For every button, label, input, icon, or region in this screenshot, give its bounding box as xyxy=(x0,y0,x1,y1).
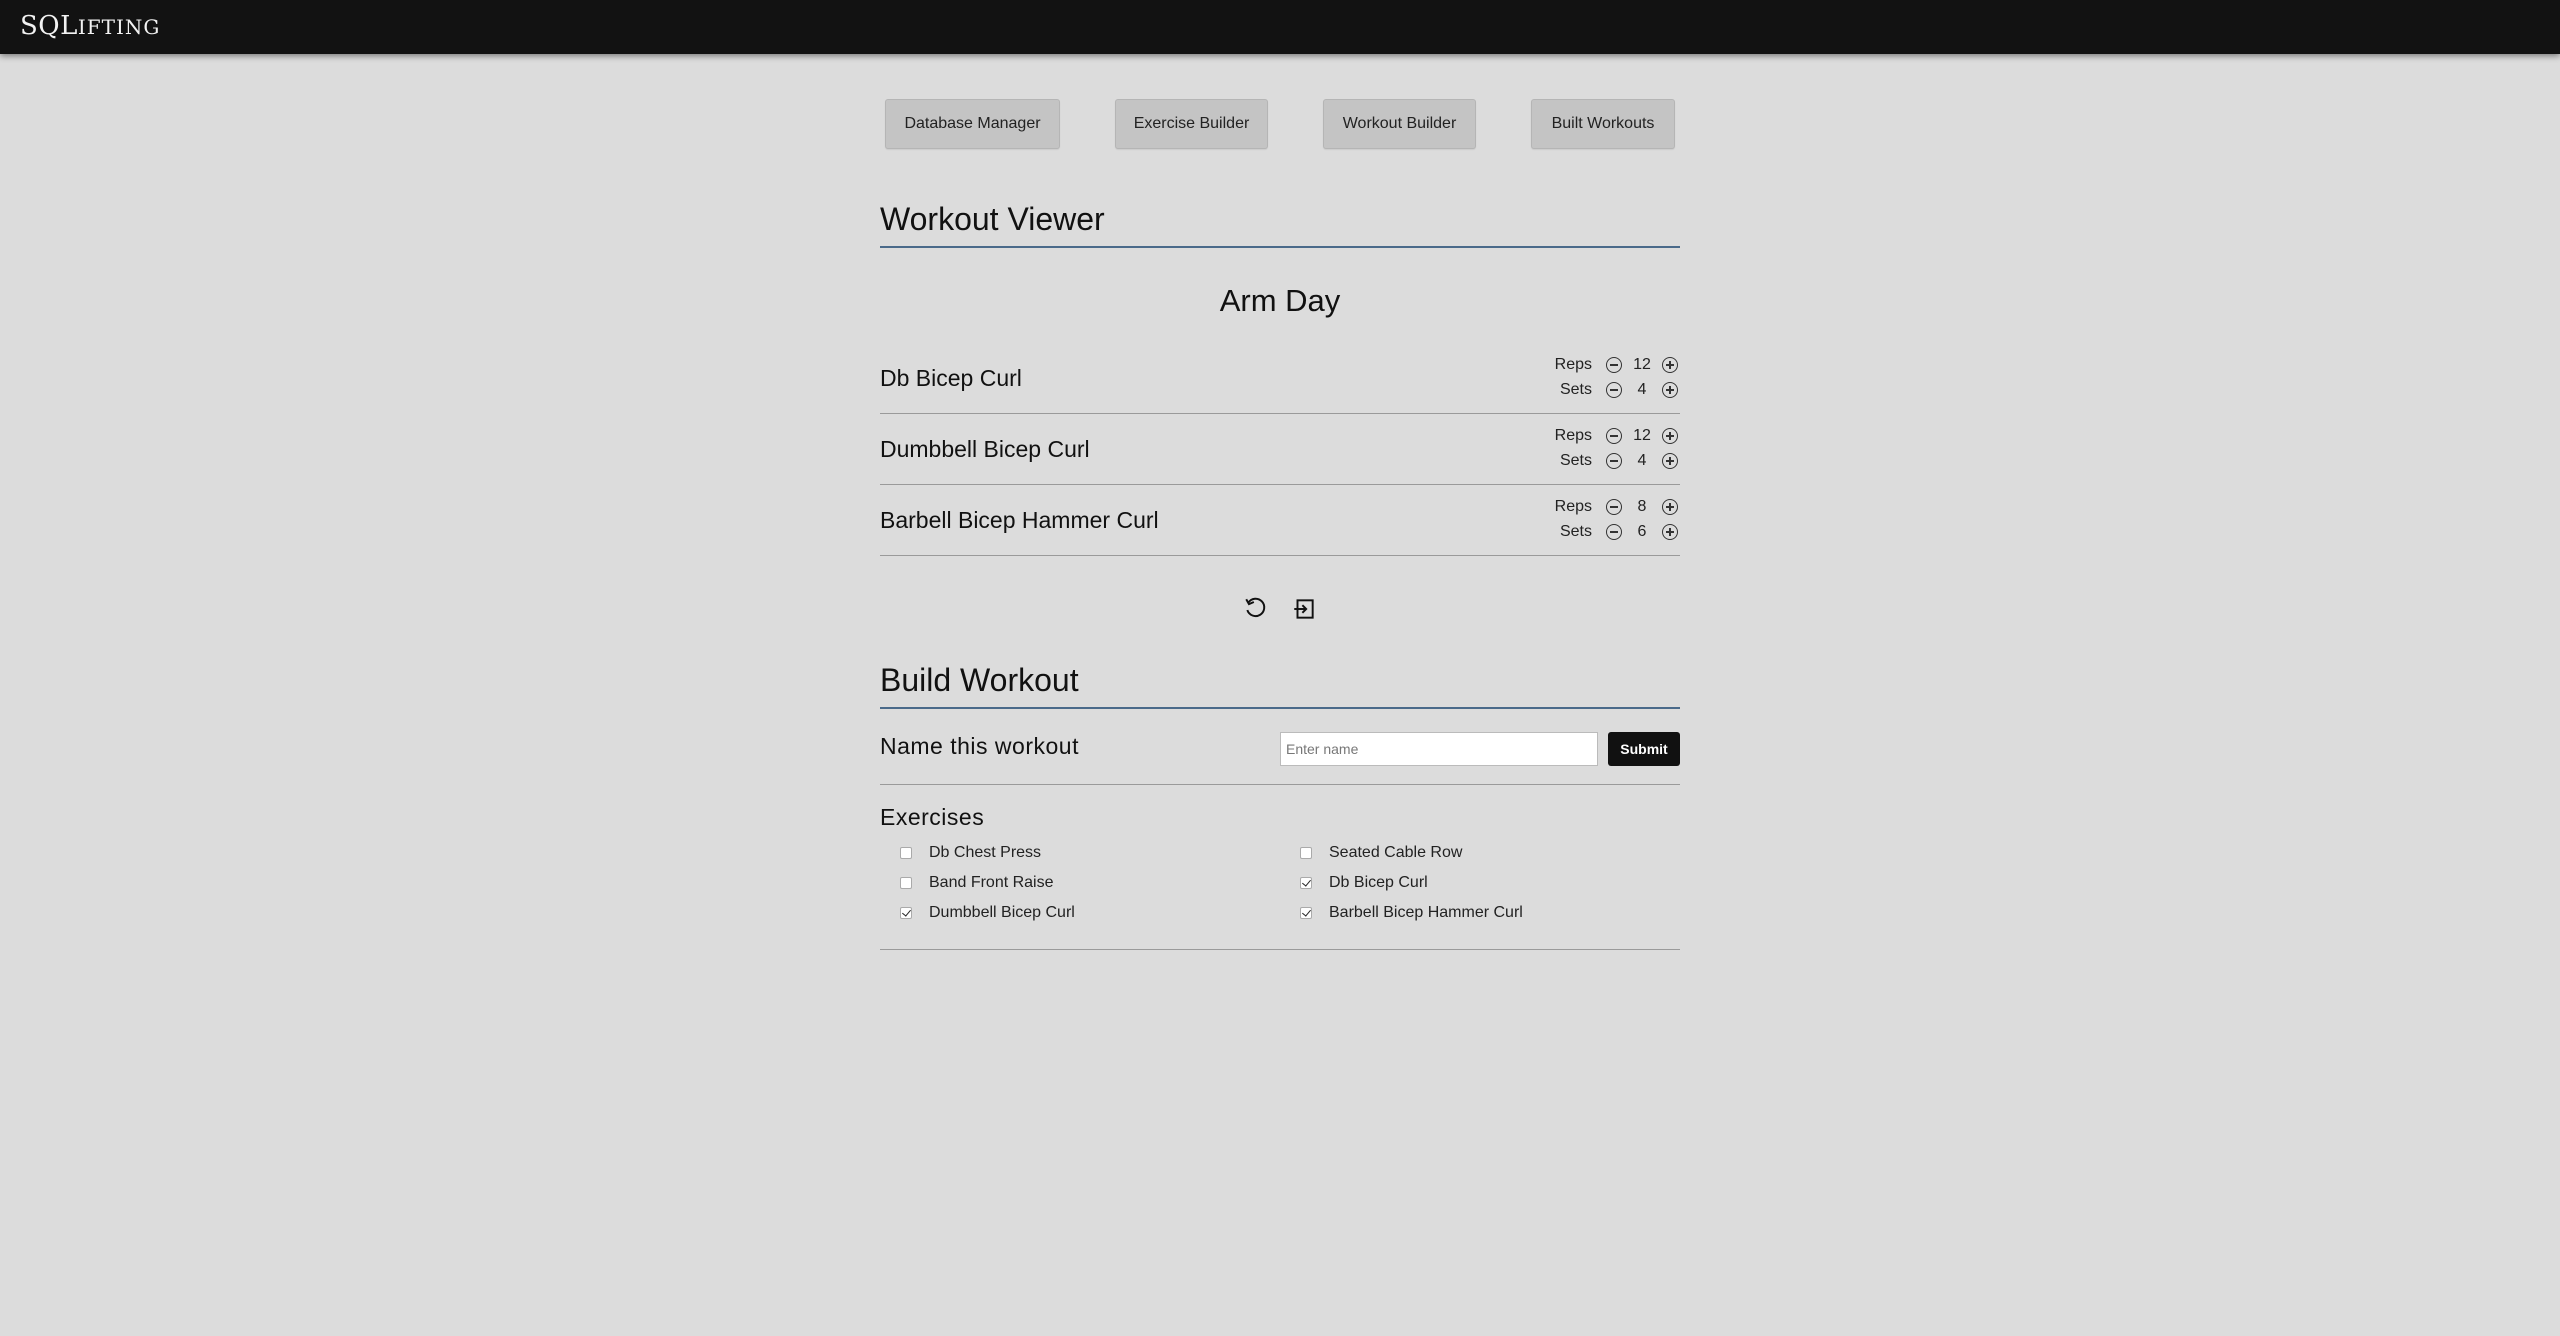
sets-label: Sets xyxy=(1559,523,1592,540)
checkbox-checked[interactable] xyxy=(900,907,912,919)
exercise-option-label: Barbell Bicep Hammer Curl xyxy=(1329,904,1523,921)
sets-label: Sets xyxy=(1559,452,1592,469)
decrement-reps-icon[interactable] xyxy=(1606,357,1622,373)
increment-sets-icon[interactable] xyxy=(1662,382,1678,398)
decrement-sets-icon[interactable] xyxy=(1606,524,1622,540)
reps-label: Reps xyxy=(1554,498,1592,515)
sets-control: Sets 6 xyxy=(1560,521,1678,543)
increment-sets-icon[interactable] xyxy=(1662,524,1678,540)
sets-control: Sets 4 xyxy=(1560,379,1678,401)
workout-exercise-row: Db Bicep Curl Reps 12 Sets 4 xyxy=(880,343,1680,414)
decrement-sets-icon[interactable] xyxy=(1606,382,1622,398)
app-logo[interactable]: SQLIFTING xyxy=(20,11,160,41)
brand-text-small: IFTING xyxy=(77,15,161,39)
exercise-option-label: Seated Cable Row xyxy=(1329,844,1463,861)
exercises-title: Exercises xyxy=(880,804,985,830)
exercise-option-label: Dumbbell Bicep Curl xyxy=(929,904,1075,921)
workout-name-input[interactable] xyxy=(1280,732,1598,766)
exercise-checkbox-item[interactable]: Db Bicep Curl xyxy=(1300,874,1428,892)
exercise-checkbox-item[interactable]: Band Front Raise xyxy=(900,874,1054,892)
workout-name-heading: Arm Day xyxy=(1219,283,1341,318)
checkbox-checked[interactable] xyxy=(1300,907,1312,919)
increment-reps-icon[interactable] xyxy=(1662,357,1678,373)
exercise-option-label: Band Front Raise xyxy=(929,874,1054,891)
exercise-checkbox-item[interactable]: Db Chest Press xyxy=(900,844,1041,862)
workout-viewer-title: Workout Viewer xyxy=(880,201,1680,248)
sets-control: Sets 4 xyxy=(1560,450,1678,472)
reps-value: 12 xyxy=(1633,427,1651,444)
exercise-checkbox-item[interactable]: Barbell Bicep Hammer Curl xyxy=(1300,904,1523,922)
reps-value: 12 xyxy=(1633,356,1651,373)
submit-button[interactable]: Submit xyxy=(1608,732,1680,766)
exercise-name: Dumbbell Bicep Curl xyxy=(880,436,1090,462)
decrement-sets-icon[interactable] xyxy=(1606,453,1622,469)
export-icon[interactable] xyxy=(1291,596,1317,622)
sets-value: 4 xyxy=(1637,452,1647,469)
exercise-name: Db Bicep Curl xyxy=(880,365,1022,391)
checkbox-unchecked[interactable] xyxy=(900,877,912,889)
decrement-reps-icon[interactable] xyxy=(1606,499,1622,515)
workout-name-label: Name this workout xyxy=(880,733,1079,759)
increment-reps-icon[interactable] xyxy=(1662,428,1678,444)
reps-control: Reps 12 xyxy=(1555,354,1678,376)
reps-label: Reps xyxy=(1554,356,1592,373)
build-workout-title: Build Workout xyxy=(880,662,1680,709)
decrement-reps-icon[interactable] xyxy=(1606,428,1622,444)
sets-value: 4 xyxy=(1637,381,1647,398)
workout-exercise-row: Barbell Bicep Hammer Curl Reps 8 Sets 6 xyxy=(880,485,1680,556)
brand-text-big: SQL xyxy=(20,11,78,41)
checkbox-checked[interactable] xyxy=(1300,877,1312,889)
exercise-checkbox-item[interactable]: Seated Cable Row xyxy=(1300,844,1462,862)
exercise-option-label: Db Chest Press xyxy=(929,844,1042,861)
reps-control: Reps 12 xyxy=(1555,425,1678,447)
exercise-name: Barbell Bicep Hammer Curl xyxy=(880,507,1159,533)
checkbox-unchecked[interactable] xyxy=(1300,847,1312,859)
sets-label: Sets xyxy=(1559,381,1592,398)
increment-sets-icon[interactable] xyxy=(1662,453,1678,469)
reps-control: Reps 8 xyxy=(1555,496,1678,518)
sets-value: 6 xyxy=(1637,523,1647,540)
exercise-checkbox-item[interactable]: Dumbbell Bicep Curl xyxy=(900,904,1075,922)
reps-label: Reps xyxy=(1554,427,1592,444)
main-content: Workout Viewer Arm Day Db Bicep Curl Rep… xyxy=(880,0,1680,1336)
exercise-option-label: Db Bicep Curl xyxy=(1329,874,1428,891)
checkbox-unchecked[interactable] xyxy=(900,847,912,859)
divider xyxy=(880,949,1680,950)
workout-name-row: Name this workout Submit xyxy=(880,710,1680,785)
reset-icon[interactable] xyxy=(1243,596,1269,622)
reps-value: 8 xyxy=(1637,498,1647,515)
workout-exercise-row: Dumbbell Bicep Curl Reps 12 Sets 4 xyxy=(880,414,1680,485)
increment-reps-icon[interactable] xyxy=(1662,499,1678,515)
